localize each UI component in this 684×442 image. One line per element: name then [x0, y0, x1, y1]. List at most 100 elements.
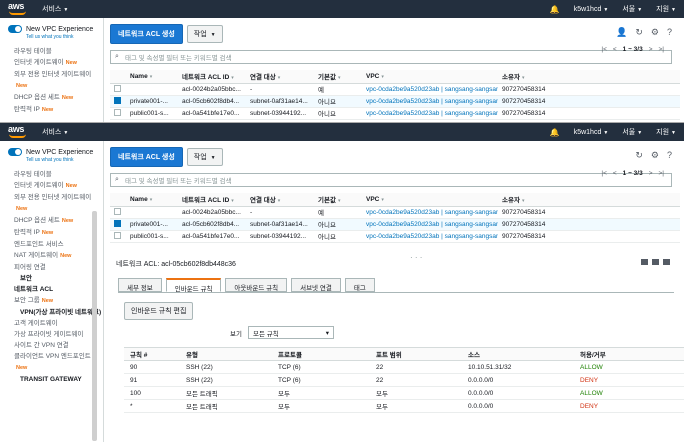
region-menu[interactable]: 서울 ▼ [622, 4, 642, 14]
new-badge: New [65, 183, 77, 189]
view-select[interactable]: 모든 규칙 ▾ [247, 326, 334, 339]
new-vpc-toggle[interactable] [8, 25, 22, 33]
column-header[interactable]: 기본값 ▾ [314, 70, 362, 84]
edit-inbound-rules-button[interactable]: 인바운드 규칙 편집 [124, 302, 194, 320]
sidebar-item-label: 보안 [20, 275, 32, 282]
support-menu[interactable]: 지원 ▼ [656, 4, 676, 14]
panel-layout-icon[interactable] [641, 259, 648, 265]
help-icon[interactable]: ? [667, 150, 672, 161]
sidebar-item[interactable]: 인터넷 게이트웨이 New [14, 57, 103, 69]
sidebar-item[interactable]: NAT 게이트웨이 New [14, 250, 103, 262]
sidebar-item[interactable]: 고객 게이트웨이 [14, 318, 103, 329]
sort-icon: ▾ [337, 198, 341, 205]
table-row[interactable]: private001-... acl-05cb602f8db4... subnet-… [110, 95, 680, 108]
create-acl-button[interactable]: 네트워크 ACL 생성 [110, 147, 183, 167]
column-header[interactable]: 연결 대상 ▾ [246, 70, 314, 84]
sidebar-item[interactable]: 사이트 간 VPN 연결 [14, 340, 103, 351]
search-input[interactable]: ⌕ 태그 및 속성별 필터 또는 키워드별 검색 [110, 50, 672, 64]
sidebar-item[interactable]: 외부 전용 인터넷 게이트웨이 New [14, 192, 103, 215]
refresh-icon[interactable]: ↻ [635, 27, 643, 38]
row-checkbox[interactable] [114, 109, 121, 117]
row-checkbox[interactable] [114, 85, 121, 93]
column-header[interactable]: 네트워크 ACL ID ▾ [178, 193, 246, 207]
sidebar-item[interactable]: 탄력적 IP New [14, 227, 103, 239]
cell-default: 아니요 [314, 107, 362, 120]
region-menu[interactable]: 서울 ▼ [622, 127, 642, 137]
column-header[interactable]: Name ▾ [126, 70, 178, 84]
user-menu[interactable]: k5w1hcd ▼ [574, 129, 609, 136]
table-row[interactable]: public001-s... acl-0a541bfe17e0... subnet-… [110, 230, 680, 243]
support-menu[interactable]: 지원 ▼ [656, 127, 676, 137]
column-header[interactable]: VPC ▾ [362, 70, 498, 84]
table-row[interactable]: acl-0024b2a05bbc... - 예 vpc-0cda2be9a520d23… [110, 206, 680, 219]
row-checkbox[interactable] [114, 97, 121, 105]
table-row[interactable]: acl-0024b2a05bbc... - 예 vpc-0cda2be9a520d23… [110, 83, 680, 96]
sidebar-item[interactable]: 피어링 연결 [14, 262, 103, 273]
detail-tab[interactable]: 서브넷 연결 [291, 278, 341, 292]
sidebar-item[interactable]: 보안 그룹 New [14, 295, 103, 307]
bell-icon[interactable]: 🔔 [550, 128, 560, 137]
sidebar-item[interactable]: 라우팅 테이블 [14, 46, 103, 57]
detail-tab[interactable]: 인바운드 규칙 [165, 278, 222, 293]
cell-vpc[interactable]: vpc-0cda2be9a520d23ab | sangsang-sangsan… [362, 95, 498, 108]
detail-tab[interactable]: 태그 [344, 278, 375, 292]
gear-icon[interactable]: ⚙ [651, 27, 659, 38]
row-checkbox[interactable] [114, 220, 121, 228]
services-menu[interactable]: 서비스 ▼ [42, 4, 68, 14]
column-header[interactable]: 소유자 ▾ [498, 70, 680, 84]
user-menu[interactable]: k5w1hcd ▼ [574, 6, 609, 13]
sidebar-item[interactable]: 라우팅 테이블 [14, 169, 103, 180]
help-icon[interactable]: ? [667, 27, 672, 38]
search-input[interactable]: ⌕ 태그 및 속성별 필터 또는 키워드별 검색 [110, 173, 672, 187]
cell-vpc[interactable]: vpc-0cda2be9a520d23ab | sangsang-sangsan… [362, 107, 498, 120]
sort-icon: ▾ [149, 73, 153, 80]
create-acl-button[interactable]: 네트워크 ACL 생성 [110, 24, 183, 44]
resize-handle[interactable]: · · · [410, 253, 422, 262]
sidebar-item[interactable]: 탄력적 IP New [14, 104, 103, 116]
detail-tab[interactable]: 세부 정보 [118, 278, 162, 292]
user-icon[interactable]: 👤 [616, 27, 627, 38]
sidebar-item[interactable]: 인터넷 게이트웨이 New [14, 180, 103, 192]
actions-button[interactable]: 작업 ▼ [186, 25, 223, 43]
gear-icon[interactable]: ⚙ [651, 150, 659, 161]
rule-port: 모두 [370, 386, 462, 400]
sidebar-item[interactable]: DHCP 옵션 세트 New [14, 92, 103, 104]
aws-logo[interactable]: aws [6, 1, 32, 16]
column-header[interactable]: VPC ▾ [362, 193, 498, 207]
aws-logo[interactable]: aws [6, 124, 32, 139]
cell-vpc[interactable]: vpc-0cda2be9a520d23ab | sangsang-sangsan… [362, 218, 498, 231]
panel-layout-icon[interactable] [663, 259, 670, 265]
row-checkbox[interactable] [114, 232, 121, 240]
detail-tab[interactable]: 아웃바운드 규칙 [225, 278, 288, 292]
bell-icon[interactable]: 🔔 [550, 5, 560, 14]
services-menu[interactable]: 서비스 ▼ [42, 127, 68, 137]
sidebar-item[interactable]: DHCP 옵션 세트 New [14, 215, 103, 227]
column-header[interactable]: 소유자 ▾ [498, 193, 680, 207]
column-header[interactable]: 네트워크 ACL ID ▾ [178, 70, 246, 84]
column-header[interactable]: Name ▾ [126, 193, 178, 207]
column-header[interactable]: 기본값 ▾ [314, 193, 362, 207]
sidebar-item[interactable]: 네트워크 ACL [14, 284, 103, 295]
cell-vpc[interactable]: vpc-0cda2be9a520d23ab | sangsang-sangsan… [362, 83, 498, 96]
new-badge: New [41, 107, 54, 113]
sidebar-item[interactable]: 가상 프라이빗 게이트웨이 [14, 329, 103, 340]
row-checkbox[interactable] [114, 208, 121, 216]
cell-vpc[interactable]: vpc-0cda2be9a520d23ab | sangsang-sangsan… [362, 206, 498, 219]
sidebar-scrollbar[interactable] [92, 211, 97, 441]
sidebar-item[interactable]: 엔드포인트 서비스 [14, 239, 103, 250]
sort-icon: ▾ [337, 75, 341, 82]
rule-source: 0.0.0.0/0 [462, 386, 574, 400]
actions-button[interactable]: 작업 ▼ [186, 148, 223, 166]
new-badge: New [61, 95, 74, 101]
new-vpc-toggle[interactable] [8, 148, 22, 156]
sidebar-item[interactable]: 클라이언트 VPN 엔드포인트 New [14, 351, 103, 374]
table-row[interactable]: public001-s... acl-0a541bfe17e0... subnet-… [110, 107, 680, 120]
sidebar-item[interactable]: 외부 전용 인터넷 게이트웨이 New [14, 69, 103, 92]
refresh-icon[interactable]: ↻ [635, 150, 643, 161]
rule-proto: TCP (6) [272, 373, 370, 387]
column-header[interactable]: 연결 대상 ▾ [246, 193, 314, 207]
cell-vpc[interactable]: vpc-0cda2be9a520d23ab | sangsang-sangsan… [362, 230, 498, 243]
table-row[interactable]: private001-... acl-05cb602f8db4... subnet-… [110, 218, 680, 231]
cell-name: public001-s... [126, 230, 178, 243]
panel-layout-icon[interactable] [652, 259, 659, 265]
